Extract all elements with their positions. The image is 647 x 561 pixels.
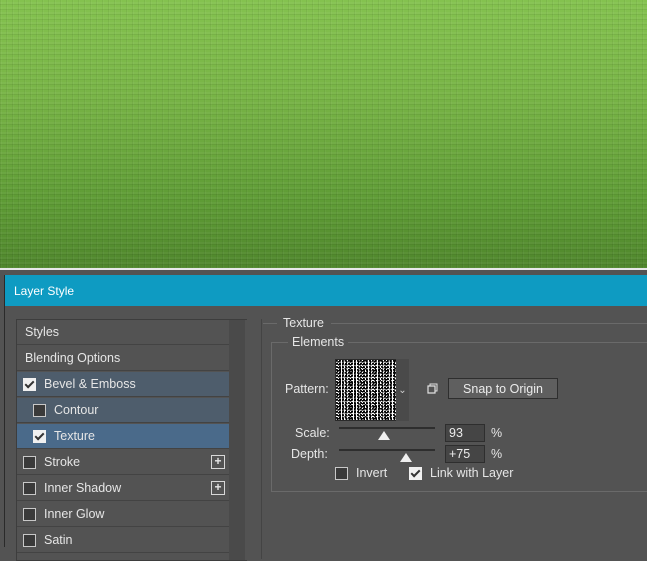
invert-label: Invert — [356, 466, 388, 480]
depth-unit: % — [491, 447, 503, 461]
depth-slider-track[interactable] — [339, 449, 435, 451]
blending-options-item[interactable]: Blending Options — [17, 346, 229, 371]
panel-divider — [261, 319, 262, 559]
inner-glow-item[interactable]: Inner Glow — [17, 502, 229, 527]
inner-shadow-checkbox[interactable] — [23, 481, 36, 495]
contour-label: Contour — [54, 403, 99, 417]
styles-scrollbar[interactable] — [229, 320, 245, 560]
bevel-emboss-item[interactable]: Bevel & Emboss — [17, 372, 229, 397]
invert-option[interactable]: Invert — [335, 466, 387, 480]
link-with-layer-option[interactable]: Link with Layer — [409, 466, 513, 480]
depth-slider-thumb[interactable] — [400, 453, 412, 462]
contour-checkbox[interactable] — [33, 403, 46, 417]
scale-slider-track[interactable] — [339, 427, 435, 429]
scale-slider-thumb[interactable] — [378, 431, 390, 440]
bevel-emboss-label: Bevel & Emboss — [44, 377, 136, 391]
scale-label: Scale: — [295, 426, 330, 440]
texture-item[interactable]: Texture — [17, 424, 229, 449]
stroke-label: Stroke — [44, 455, 81, 469]
texture-label: Texture — [54, 429, 95, 443]
styles-header[interactable]: Styles — [17, 320, 229, 345]
texture-checkbox[interactable] — [33, 429, 46, 443]
dialog-titlebar[interactable]: Layer Style — [5, 275, 647, 306]
add-inner-shadow-icon[interactable]: + — [211, 481, 225, 495]
inner-glow-label: Inner Glow — [44, 507, 105, 521]
dialog-title: Layer Style — [14, 283, 75, 298]
satin-checkbox[interactable] — [23, 533, 36, 547]
texture-section-line-right — [331, 323, 647, 324]
invert-checkbox[interactable] — [335, 466, 348, 480]
satin-label: Satin — [44, 533, 73, 547]
scale-input[interactable]: 93 — [445, 424, 485, 442]
pattern-dropdown-chevron-icon[interactable]: ⌄ — [396, 359, 409, 421]
stroke-item[interactable]: Stroke + — [17, 450, 229, 475]
inner-glow-checkbox[interactable] — [23, 507, 36, 521]
pattern-swatch[interactable] — [335, 359, 397, 421]
bevel-emboss-checkbox[interactable] — [23, 377, 36, 391]
pattern-label: Pattern: — [285, 382, 329, 396]
elements-group-title: Elements — [288, 335, 349, 349]
link-with-layer-label: Link with Layer — [430, 466, 514, 480]
depth-input[interactable]: +75 — [445, 445, 485, 463]
canvas-edge — [0, 268, 647, 270]
link-with-layer-checkbox[interactable] — [409, 466, 422, 480]
styles-list: Styles Blending Options Bevel & Emboss C… — [16, 319, 247, 561]
styles-label: Styles — [25, 325, 60, 339]
texture-section-title: Texture — [279, 316, 328, 330]
canvas-texture-preview — [0, 0, 647, 270]
stroke-checkbox[interactable] — [23, 455, 36, 469]
satin-item[interactable]: Satin — [17, 528, 229, 553]
snap-to-origin-button[interactable]: Snap to Origin — [448, 378, 558, 399]
inner-shadow-item[interactable]: Inner Shadow + — [17, 476, 229, 501]
blending-options-label: Blending Options — [25, 351, 121, 365]
texture-section-line-left — [263, 323, 277, 324]
contour-item[interactable]: Contour — [17, 398, 229, 423]
inner-shadow-label: Inner Shadow — [44, 481, 122, 495]
depth-label: Depth: — [291, 447, 328, 461]
new-preset-from-pattern-icon[interactable] — [426, 383, 438, 395]
layer-style-dialog: Layer Style Styles Blending Options Beve… — [4, 275, 647, 561]
add-stroke-icon[interactable]: + — [211, 455, 225, 469]
scale-unit: % — [491, 426, 503, 440]
